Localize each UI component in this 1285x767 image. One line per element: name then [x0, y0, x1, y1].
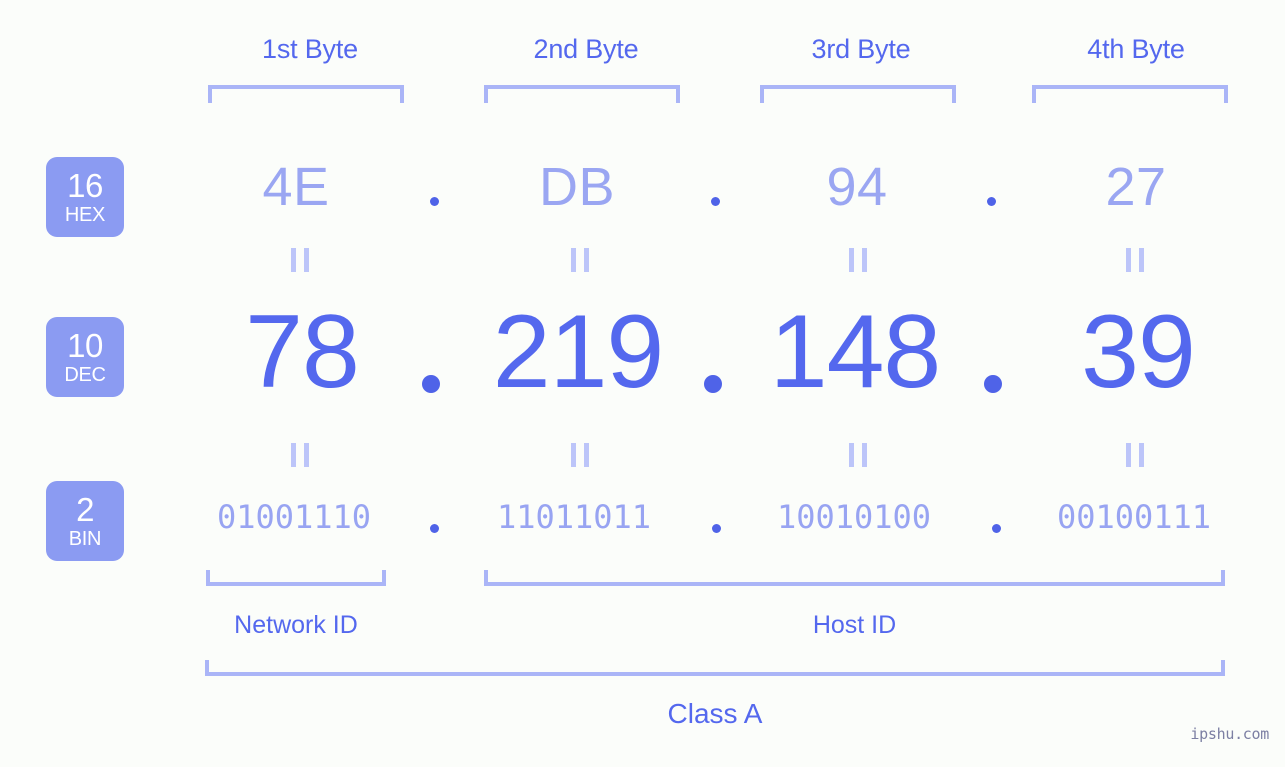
dec-byte-2: 219 [492, 294, 665, 410]
byte-bracket-1 [208, 85, 404, 103]
hex-separator-dot-3 [987, 197, 996, 206]
dec-separator-dot-3 [984, 375, 1002, 393]
host-id-label: Host ID [812, 611, 897, 639]
dec-byte-4: 39 [1081, 294, 1196, 410]
network-id-bracket [206, 570, 386, 586]
equals-mark-dec-bin-4 [1126, 443, 1144, 467]
base-badge-hex-name: HEX [64, 204, 106, 226]
base-badge-hex-radix: 16 [67, 167, 103, 204]
equals-mark-hex-dec-2 [571, 248, 589, 272]
base-badge-bin-name: BIN [68, 528, 102, 550]
dec-separator-dot-2 [704, 375, 722, 393]
base-badge-dec-name: DEC [64, 364, 106, 386]
dec-byte-1: 78 [245, 294, 360, 410]
bin-byte-3: 10010100 [776, 498, 932, 536]
base-badge-hex: 16 HEX [46, 157, 124, 237]
hex-byte-2: DB [538, 157, 615, 217]
network-id-label: Network ID [234, 611, 358, 639]
bin-separator-dot-1 [430, 524, 439, 533]
class-label: Class A [667, 698, 763, 729]
equals-mark-dec-bin-3 [849, 443, 867, 467]
bin-separator-dot-2 [712, 524, 721, 533]
equals-mark-hex-dec-4 [1126, 248, 1144, 272]
base-badge-dec: 10 DEC [46, 317, 124, 397]
hex-byte-4: 27 [1105, 157, 1167, 217]
watermark: ipshu.com [1190, 725, 1269, 743]
ip-breakdown-diagram: 1st Byte 2nd Byte 3rd Byte 4th Byte 16 H… [0, 0, 1285, 767]
equals-mark-hex-dec-1 [291, 248, 309, 272]
hex-byte-3: 94 [826, 157, 888, 217]
host-id-bracket [484, 570, 1225, 586]
byte-header-2: 2nd Byte [533, 34, 639, 64]
hex-separator-dot-1 [430, 197, 439, 206]
equals-mark-hex-dec-3 [849, 248, 867, 272]
hex-byte-1: 4E [262, 157, 330, 217]
byte-bracket-4 [1032, 85, 1228, 103]
bin-byte-4: 00100111 [1056, 498, 1212, 536]
class-bracket [205, 660, 1225, 676]
byte-header-3: 3rd Byte [811, 34, 911, 64]
byte-bracket-2 [484, 85, 680, 103]
equals-mark-dec-bin-1 [291, 443, 309, 467]
bin-byte-1: 01001110 [216, 498, 372, 536]
byte-bracket-3 [760, 85, 956, 103]
dec-byte-3: 148 [769, 294, 942, 410]
equals-mark-dec-bin-2 [571, 443, 589, 467]
base-badge-bin-radix: 2 [76, 491, 94, 528]
byte-header-1: 1st Byte [262, 34, 358, 64]
hex-separator-dot-2 [711, 197, 720, 206]
bin-separator-dot-3 [992, 524, 1001, 533]
bin-byte-2: 11011011 [496, 498, 652, 536]
byte-header-4: 4th Byte [1087, 34, 1185, 64]
base-badge-dec-radix: 10 [67, 327, 103, 364]
dec-separator-dot-1 [422, 375, 440, 393]
base-badge-bin: 2 BIN [46, 481, 124, 561]
